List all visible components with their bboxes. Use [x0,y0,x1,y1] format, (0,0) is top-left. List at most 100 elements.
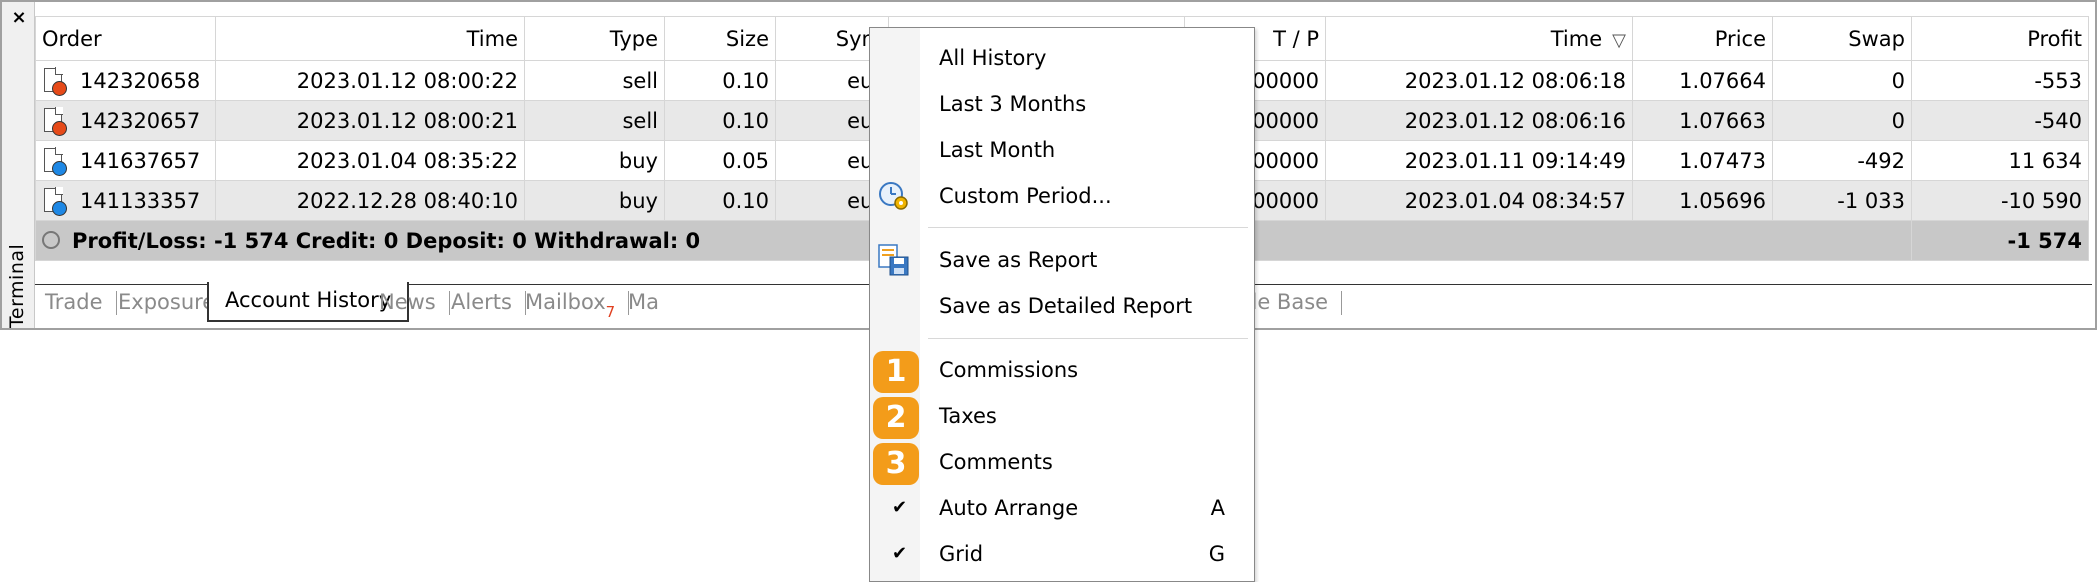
number-badge-3: 3 [873,443,919,485]
terminal-side-bar: × Terminal [2,2,35,328]
menu-item-last-3-months[interactable]: Last 3 Months [870,84,1253,124]
summary-text: Profit/Loss: -1 574 Credit: 0 Deposit: 0… [72,228,701,253]
cell-time: 2023.01.12 08:00:22 [215,60,525,101]
menu-item-comments[interactable]: 3 Comments [870,442,1253,485]
order-number: 141133357 [80,188,201,213]
col-header-swap[interactable]: Swap [1772,16,1912,61]
menu-shortcut: A [1210,496,1225,520]
menu-item-last-month[interactable]: Last Month [870,130,1253,170]
tab-alerts[interactable]: Alerts [451,284,526,320]
cell-profit: -553 [1911,60,2089,101]
tab-trade[interactable]: Trade [45,284,116,320]
menu-item-label: Commissions [939,358,1079,382]
col-header-close-time-label: Time [1550,26,1603,51]
cell-close_time: 2023.01.12 08:06:16 [1325,100,1633,141]
cell-size: 0.05 [664,140,776,181]
cell-price: 1.07663 [1632,100,1773,141]
deal-direction-dot-icon [52,161,67,176]
col-header-size[interactable]: Size [664,16,776,61]
cell-price: 1.07473 [1632,140,1773,181]
tab-label: Ma [628,290,659,314]
sort-desc-icon: ▽ [1612,29,1626,51]
menu-item-label: Grid [939,542,984,566]
cell-size: 0.10 [664,180,776,221]
menu-item-label: Last 3 Months [939,92,1087,116]
order-number: 141637657 [80,148,201,173]
cell-order: 141637657 [35,140,216,181]
tab-label: Alerts [451,290,512,314]
context-menu: All History Last 3 Months Last Month Cus… [869,27,1255,582]
menu-item-label: Save as Detailed Report [939,294,1193,318]
number-badge-1: 1 [873,351,919,393]
menu-item-save-as-report[interactable]: Save as Report [870,240,1253,280]
cell-time: 2023.01.12 08:00:21 [215,100,525,141]
menu-item-all-history[interactable]: All History [870,38,1253,78]
menu-shortcut: G [1208,542,1225,566]
deal-direction-dot-icon [52,121,67,136]
cell-type: buy [524,140,665,181]
unread-count-badge: 7 [605,303,616,321]
menu-item-label: Custom Period... [939,184,1112,208]
tab-label: Account History [225,288,392,312]
cell-order: 141133357 [35,180,216,221]
cell-price: 1.05696 [1632,180,1773,221]
menu-item-label: All History [939,46,1047,70]
col-header-price[interactable]: Price [1632,16,1773,61]
cell-size: 0.10 [664,60,776,101]
cell-order: 142320658 [35,60,216,101]
cell-close_time: 2023.01.04 08:34:57 [1325,180,1633,221]
checkmark-icon: ✔ [892,497,908,518]
save-report-icon [876,243,912,277]
order-number: 142320657 [80,108,201,133]
terminal-title: Terminal [6,243,28,328]
summary-icon [42,230,60,249]
menu-item-label: Last Month [939,138,1056,162]
cell-swap: 0 [1772,60,1912,101]
tab-ma[interactable]: Ma [628,284,659,320]
clock-gear-icon [876,179,912,213]
cell-swap: -492 [1772,140,1912,181]
tab-de-base[interactable]: de Base [1244,284,1343,320]
deal-direction-dot-icon [52,201,67,216]
order-number: 142320658 [80,68,201,93]
cell-swap: 0 [1772,100,1912,141]
cell-type: sell [524,60,665,101]
tab-label: Mailbox [525,290,606,314]
tab-mailbox[interactable]: Mailbox7 [525,284,630,321]
summary-total: -1 574 [1911,220,2089,261]
menu-item-custom-period[interactable]: Custom Period... [870,176,1253,216]
cell-time: 2023.01.04 08:35:22 [215,140,525,181]
col-header-close-time[interactable]: Time ▽ [1325,16,1633,61]
tab-news[interactable]: News [379,284,450,320]
col-header-time[interactable]: Time [215,16,525,61]
cell-swap: -1 033 [1772,180,1912,221]
tab-label: News [379,290,436,314]
tab-label: de Base [1244,290,1329,314]
cell-size: 0.10 [664,100,776,141]
cell-type: buy [524,180,665,221]
menu-item-label: Comments [939,450,1053,474]
menu-item-commissions[interactable]: 1 Commissions [870,350,1253,393]
col-header-order[interactable]: Order [35,16,216,61]
tab-exposure[interactable]: Exposure [118,284,230,320]
menu-item-taxes[interactable]: 2 Taxes [870,396,1253,439]
cell-profit: -540 [1911,100,2089,141]
col-header-type[interactable]: Type [524,16,665,61]
tab-label: Trade [45,290,103,314]
col-header-profit[interactable]: Profit [1911,16,2089,61]
cell-profit: -10 590 [1911,180,2089,221]
menu-item-save-as-detailed-report[interactable]: Save as Detailed Report [870,286,1253,326]
menu-item-label: Taxes [939,404,997,428]
menu-separator [928,338,1248,339]
close-icon[interactable]: × [9,8,29,28]
menu-item-auto-arrange[interactable]: ✔ Auto Arrange A [870,488,1253,528]
tab-label: Exposure [118,290,216,314]
number-badge-2: 2 [873,397,919,439]
menu-item-label: Save as Report [939,248,1098,272]
cell-type: sell [524,100,665,141]
deal-direction-dot-icon [52,81,67,96]
cell-price: 1.07664 [1632,60,1773,101]
cell-order: 142320657 [35,100,216,141]
menu-item-grid[interactable]: ✔ Grid G [870,534,1253,574]
menu-item-label: Auto Arrange [939,496,1079,520]
